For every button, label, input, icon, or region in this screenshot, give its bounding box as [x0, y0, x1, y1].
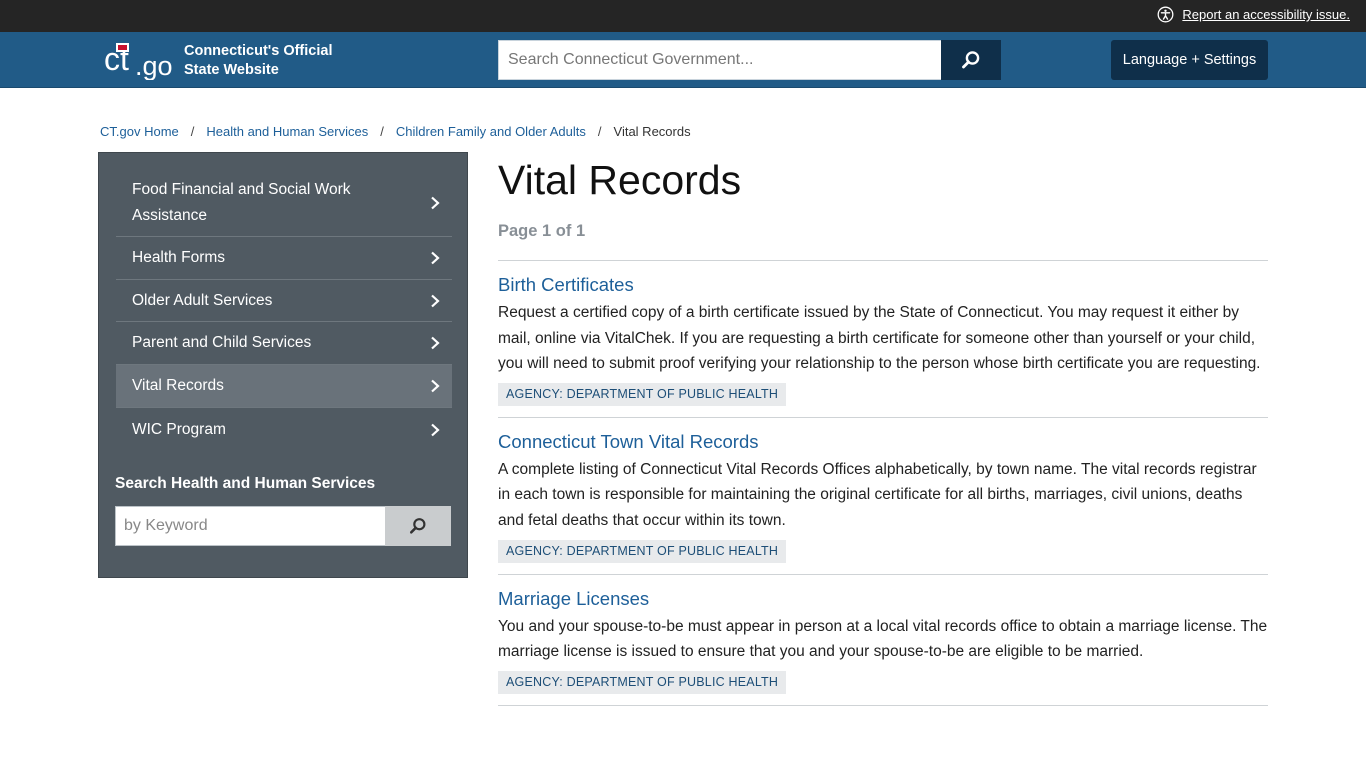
chevron-right-icon: [431, 196, 440, 209]
sidebar-item-label: WIC Program: [132, 420, 226, 438]
chevron-right-icon: [431, 251, 440, 265]
agency-badge: AGENCY: DEPARTMENT OF PUBLIC HEALTH: [498, 670, 787, 694]
result-description: You and your spouse-to-be must appear in…: [498, 617, 1268, 661]
global-search-button[interactable]: [941, 40, 1001, 80]
global-search-input[interactable]: [498, 40, 941, 80]
result-title-link[interactable]: Connecticut Town Vital Records: [498, 430, 759, 454]
results-list: Birth Certificates Request a certified c…: [498, 260, 1268, 706]
breadcrumb-separator: /: [380, 124, 384, 139]
global-search: [498, 40, 1001, 80]
breadcrumb-separator: /: [597, 124, 602, 139]
breadcrumb: CT.gov Home / Health and Human Services …: [100, 124, 691, 139]
chevron-right-icon: [431, 336, 440, 350]
sidebar: Food Financial and Social Work Assistanc…: [98, 152, 468, 578]
site-header: ct .gov Connecticut's Official State Web…: [0, 32, 1366, 88]
search-icon: [409, 518, 426, 534]
accessibility-link[interactable]: Report an accessibility issue.: [1182, 7, 1350, 22]
breadcrumb-health-human-services[interactable]: Health and Human Services: [206, 124, 368, 139]
sidebar-search-title: Search Health and Human Services: [115, 475, 376, 492]
result-description: Request a certified copy of a birth cert…: [498, 304, 1261, 373]
chevron-right-icon: [431, 294, 440, 307]
list-item: Marriage Licenses You and your spouse-to…: [498, 575, 1268, 706]
breadcrumb-home[interactable]: CT.gov Home: [100, 124, 179, 139]
site-title[interactable]: Connecticut's Official State Website: [184, 42, 332, 80]
main-content: Vital Records Page 1 of 1 Birth Certific…: [498, 152, 1268, 706]
accessibility-icon: [1157, 6, 1174, 23]
site-title-line2: State Website: [184, 62, 279, 78]
ct-gov-logo[interactable]: ct .gov: [104, 40, 172, 80]
agency-badge: AGENCY: DEPARTMENT OF PUBLIC HEALTH: [498, 539, 787, 563]
page-title: Vital Records: [498, 157, 742, 203]
sidebar-item-wic-program[interactable]: WIC Program: [116, 408, 452, 451]
sidebar-item-label: Older Adult Services: [132, 291, 273, 309]
sidebar-item-vital-records[interactable]: Vital Records: [116, 365, 452, 408]
sidebar-item-label: Vital Records: [132, 377, 224, 394]
result-title-link[interactable]: Birth Certificates: [498, 273, 634, 297]
accessibility-report[interactable]: Report an accessibility issue.: [1157, 6, 1350, 23]
sidebar-item-label: Food Financial and Social Work Assistanc…: [132, 180, 351, 224]
sidebar-search-button[interactable]: [385, 506, 451, 546]
chevron-right-icon: [431, 423, 440, 436]
sidebar-item-older-adult[interactable]: Older Adult Services: [116, 280, 452, 322]
breadcrumb-current: Vital Records: [613, 124, 691, 139]
sidebar-item-label: Health Forms: [132, 249, 226, 266]
sidebar-item-food-financial[interactable]: Food Financial and Social Work Assistanc…: [116, 169, 452, 237]
breadcrumb-children-family[interactable]: Children Family and Older Adults: [396, 124, 586, 139]
sidebar-search: [115, 506, 451, 546]
result-title-link[interactable]: Marriage Licenses: [498, 587, 649, 611]
search-icon: [962, 51, 980, 69]
svg-text:.gov: .gov: [135, 51, 172, 80]
list-item: Connecticut Town Vital Records A complet…: [498, 418, 1268, 575]
sidebar-item-label: Parent and Child Services: [132, 334, 312, 351]
result-description: A complete listing of Connecticut Vital …: [498, 460, 1257, 529]
list-item: Birth Certificates Request a certified c…: [498, 261, 1268, 418]
language-settings-button[interactable]: Language + Settings: [1111, 40, 1268, 80]
sidebar-search-input[interactable]: [115, 506, 385, 546]
breadcrumb-separator: /: [190, 124, 195, 139]
page-count: Page 1 of 1: [498, 222, 586, 240]
sidebar-item-health-forms[interactable]: Health Forms: [116, 237, 452, 280]
site-title-line1: Connecticut's Official: [184, 43, 333, 59]
utility-bar: Report an accessibility issue.: [0, 0, 1366, 32]
sidebar-nav: Food Financial and Social Work Assistanc…: [116, 169, 452, 451]
agency-badge: AGENCY: DEPARTMENT OF PUBLIC HEALTH: [498, 382, 787, 406]
chevron-right-icon: [431, 379, 440, 393]
sidebar-item-parent-child[interactable]: Parent and Child Services: [116, 322, 452, 365]
